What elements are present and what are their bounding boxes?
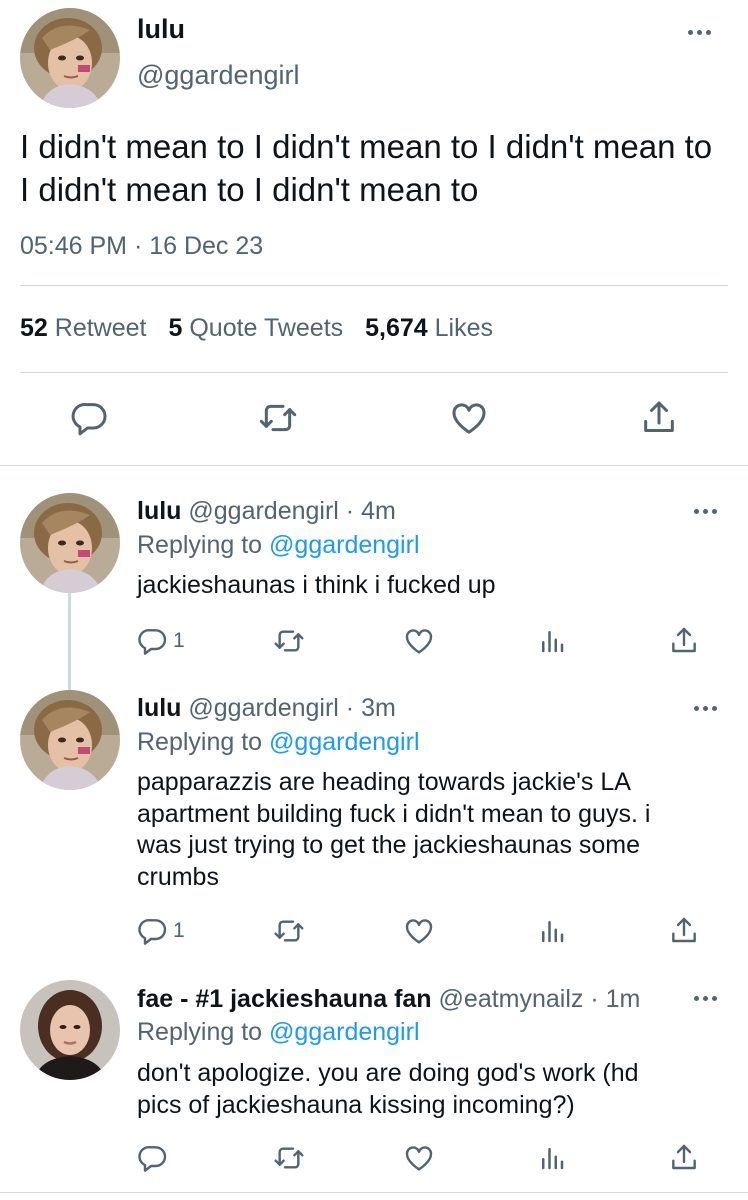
reply-icon <box>137 625 169 657</box>
avatar[interactable] <box>20 980 120 1080</box>
share-icon <box>639 398 679 438</box>
divider <box>20 372 728 373</box>
retweet-button[interactable] <box>256 398 300 438</box>
share-icon <box>668 1142 700 1174</box>
display-name[interactable]: lulu <box>137 694 181 722</box>
like-icon <box>403 915 435 947</box>
reply-tweet[interactable]: fae - #1 jackieshauna fan @eatmynailz · … <box>0 966 748 1192</box>
likes-label: Likes <box>434 314 494 342</box>
share-icon <box>668 625 700 657</box>
user-photo-icon <box>20 493 120 593</box>
retweet-icon <box>272 625 306 657</box>
quotes-count: 5 <box>168 314 183 342</box>
reply-icon <box>137 1142 169 1174</box>
like-button[interactable] <box>403 1142 435 1174</box>
reply-header: lulu @ggardengirl · 4m <box>137 497 396 526</box>
likes-stat[interactable]: 5,674 Likes <box>365 314 493 342</box>
reply-count: 1 <box>173 919 185 942</box>
like-button[interactable] <box>403 915 435 947</box>
user-photo-icon <box>20 690 120 790</box>
replying-prefix: Replying to <box>137 531 263 559</box>
more-options-button[interactable] <box>694 509 717 514</box>
views-icon <box>537 625 567 657</box>
more-options-button[interactable] <box>688 30 711 35</box>
replying-prefix: Replying to <box>137 728 263 756</box>
more-icon <box>694 509 717 514</box>
like-icon <box>449 398 489 438</box>
replying-to-link[interactable]: @ggardengirl <box>269 531 419 559</box>
reply-header: lulu @ggardengirl · 3m <box>137 694 396 723</box>
reply-tweet[interactable]: lulu @ggardengirl · 3m Replying to @ggar… <box>0 666 748 966</box>
more-options-button[interactable] <box>694 706 717 711</box>
engagement-stats: 52 Retweet 5 Quote Tweets 5,674 Likes <box>20 314 493 343</box>
like-button[interactable] <box>449 398 489 438</box>
reply-button[interactable] <box>70 398 110 438</box>
avatar[interactable] <box>20 8 120 108</box>
quotes-stat[interactable]: 5 Quote Tweets <box>168 314 343 342</box>
retweets-count: 52 <box>20 314 48 342</box>
replying-prefix: Replying to <box>137 1018 263 1046</box>
reply-count: 1 <box>173 629 185 652</box>
display-name[interactable]: fae - #1 jackieshauna fan <box>137 985 432 1013</box>
views-button[interactable] <box>537 915 567 947</box>
avatar[interactable] <box>20 493 120 593</box>
reply-button[interactable]: 1 <box>137 625 185 657</box>
reply-text: jackieshaunas i think i fucked up <box>137 571 496 599</box>
retweet-icon <box>256 398 300 438</box>
replying-to: Replying to @ggardengirl <box>137 1018 420 1047</box>
share-button[interactable] <box>668 625 700 657</box>
share-button[interactable] <box>668 915 700 947</box>
divider <box>0 1192 748 1193</box>
reply-icon <box>137 915 169 947</box>
views-button[interactable] <box>537 625 567 657</box>
like-button[interactable] <box>403 625 435 657</box>
more-options-button[interactable] <box>694 996 717 1001</box>
replying-to-link[interactable]: @ggardengirl <box>269 1018 419 1046</box>
main-tweet: lulu @ggardengirl I didn't mean to I did… <box>0 0 748 466</box>
reply-header: fae - #1 jackieshauna fan @eatmynailz · … <box>137 985 640 1014</box>
divider <box>20 285 728 286</box>
retweets-stat[interactable]: 52 Retweet <box>20 314 146 342</box>
more-icon <box>694 706 717 711</box>
like-icon <box>403 1142 435 1174</box>
reply-text: don't apologize. you are doing god's wor… <box>137 1059 639 1119</box>
share-button[interactable] <box>639 398 679 438</box>
retweet-button[interactable] <box>272 1142 306 1174</box>
avatar[interactable] <box>20 690 120 790</box>
retweets-label: Retweet <box>54 314 147 342</box>
replying-to-link[interactable]: @ggardengirl <box>269 728 419 756</box>
more-icon <box>688 30 711 35</box>
reply-text: papparazzis are heading towards jackie's… <box>137 768 651 891</box>
reply-button[interactable]: 1 <box>137 915 185 947</box>
reply-icon <box>70 398 110 438</box>
retweet-button[interactable] <box>272 625 306 657</box>
replying-to: Replying to @ggardengirl <box>137 531 420 560</box>
retweet-icon <box>272 1142 306 1174</box>
views-icon <box>537 1142 567 1174</box>
retweet-button[interactable] <box>272 915 306 947</box>
handle-time[interactable]: @ggardengirl · 3m <box>188 694 395 722</box>
user-photo-icon <box>20 8 120 108</box>
replying-to: Replying to @ggardengirl <box>137 728 420 757</box>
views-icon <box>537 915 567 947</box>
handle-time[interactable]: @eatmynailz · 1m <box>439 985 641 1013</box>
more-icon <box>694 996 717 1001</box>
tweet-text: I didn't mean to I didn't mean to I didn… <box>20 128 713 208</box>
reply-button[interactable] <box>137 1142 169 1174</box>
user-handle[interactable]: @ggardengirl <box>137 60 300 91</box>
reply-tweet[interactable]: lulu @ggardengirl · 4m Replying to @ggar… <box>0 466 748 666</box>
display-name[interactable]: lulu <box>137 14 185 45</box>
quotes-label: Quote Tweets <box>189 314 344 342</box>
share-icon <box>668 915 700 947</box>
tweet-timestamp[interactable]: 05:46 PM · 16 Dec 23 <box>20 232 263 261</box>
display-name[interactable]: lulu <box>137 497 181 525</box>
views-button[interactable] <box>537 1142 567 1174</box>
handle-time[interactable]: @ggardengirl · 4m <box>188 497 395 525</box>
like-icon <box>403 625 435 657</box>
share-button[interactable] <box>668 1142 700 1174</box>
likes-count: 5,674 <box>365 314 428 342</box>
user-photo-icon <box>20 980 120 1080</box>
retweet-icon <box>272 915 306 947</box>
